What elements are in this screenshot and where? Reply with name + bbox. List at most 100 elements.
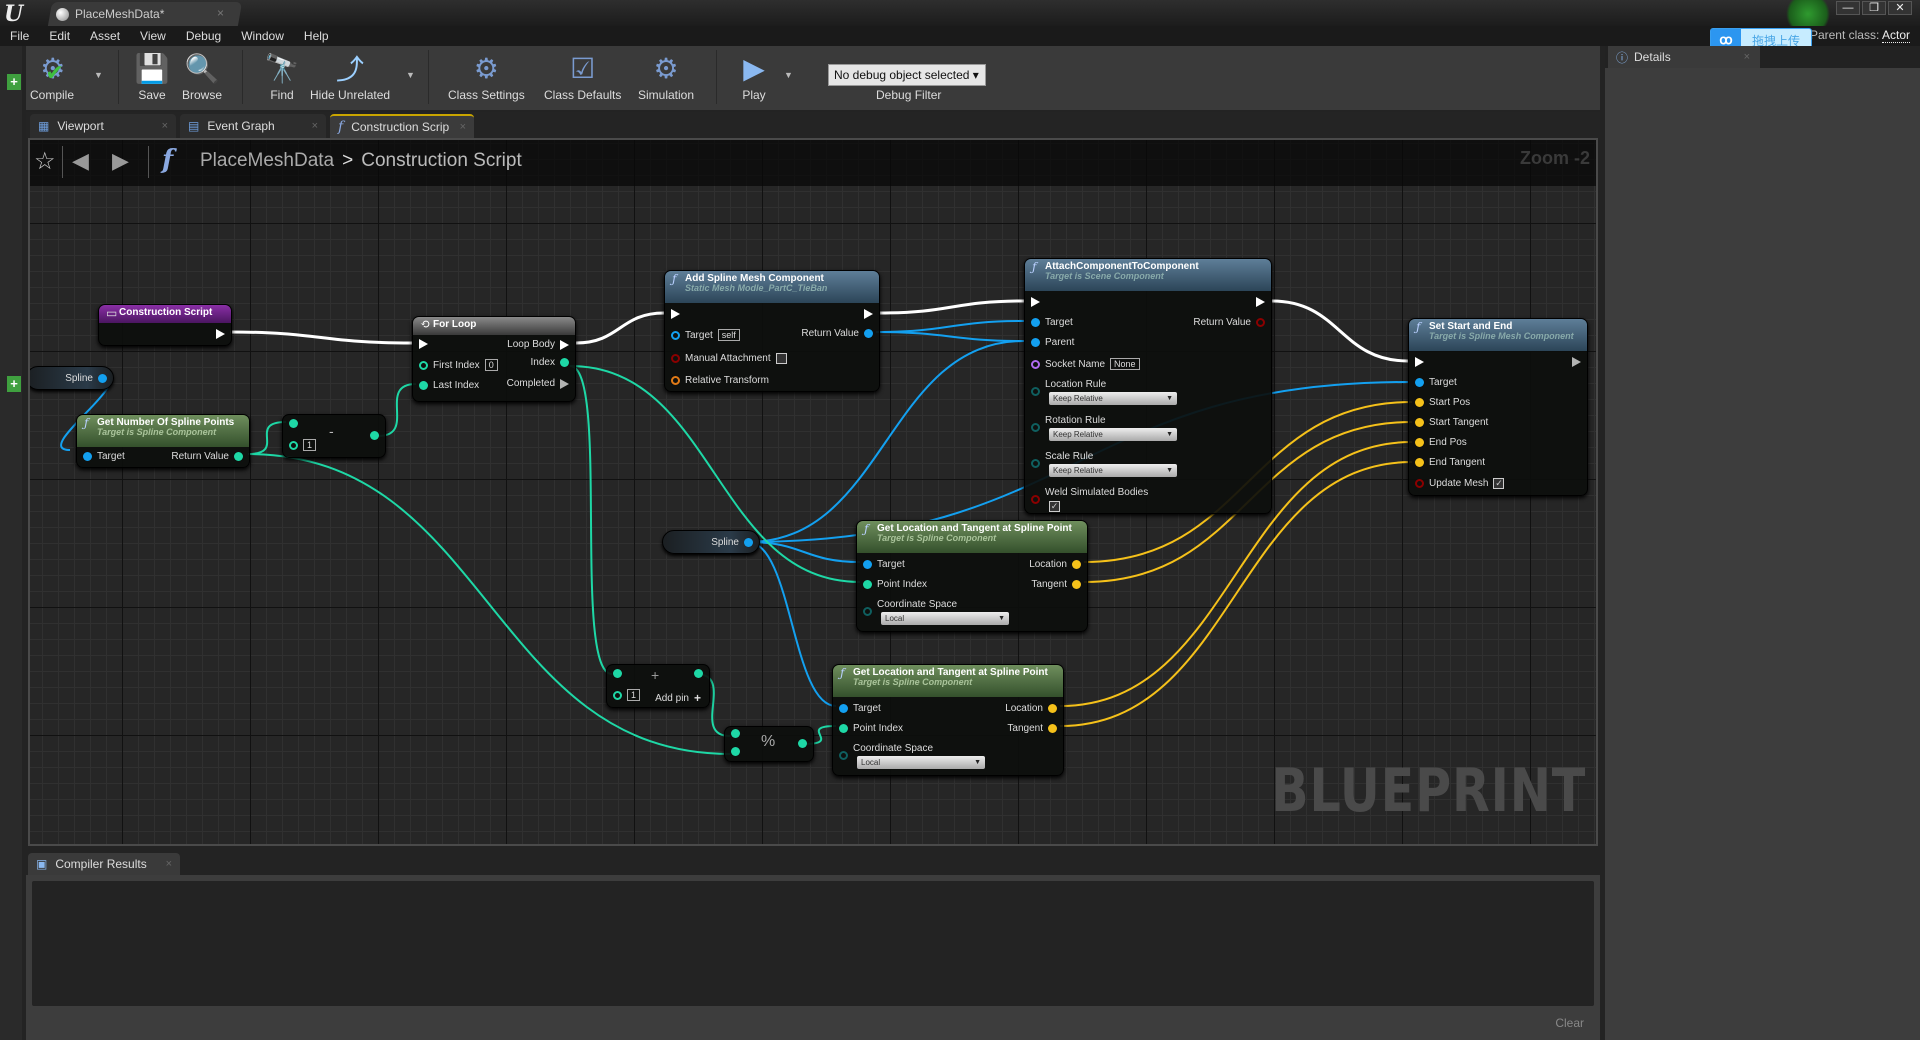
blueprint-graph-canvas[interactable]: ☆ ◀ ▶ f PlaceMeshData > Construction Scr…	[28, 138, 1598, 846]
star-favorite-icon[interactable]: ☆	[34, 147, 56, 176]
result-pin[interactable]	[370, 431, 379, 440]
find-button[interactable]: 🔭 Find	[262, 48, 302, 103]
compile-options-dropdown-icon[interactable]: ▼	[94, 70, 103, 80]
loop-body-pin[interactable]: Loop Body	[507, 339, 569, 350]
target-pin[interactable]: Target	[839, 703, 881, 714]
tab-close-icon[interactable]: ×	[166, 858, 172, 870]
rotation-rule-dropdown[interactable]: Keep Relative	[1049, 428, 1177, 441]
node-construction-script[interactable]: ▭ Construction Script	[98, 304, 232, 346]
return-value-pin[interactable]: Return Value	[1193, 317, 1265, 328]
end-tangent-pin[interactable]: End Tangent	[1415, 457, 1485, 468]
coordinate-space-dropdown[interactable]: Local	[881, 612, 1009, 625]
location-pin[interactable]: Location	[1029, 559, 1081, 570]
menu-asset[interactable]: Asset	[90, 29, 120, 43]
return-value-pin[interactable]: Return Value	[801, 328, 873, 339]
node-modulo[interactable]: %	[724, 726, 814, 762]
coordinate-space-pin[interactable]	[863, 607, 872, 616]
manual-attachment-checkbox[interactable]	[775, 353, 787, 364]
menu-edit[interactable]: Edit	[49, 29, 70, 43]
add-pin-button[interactable]: Add pin +	[655, 691, 701, 705]
restore-button[interactable]: ❐	[1862, 1, 1886, 15]
scale-rule-pin[interactable]	[1031, 459, 1040, 468]
play-options-dropdown-icon[interactable]: ▼	[784, 70, 793, 80]
hide-unrelated-dropdown-icon[interactable]: ▼	[406, 70, 415, 80]
result-pin[interactable]	[798, 739, 807, 748]
back-arrow-icon[interactable]: ◀	[72, 148, 89, 174]
tangent-pin[interactable]: Tangent	[1007, 723, 1057, 734]
node-add[interactable]: 1 + Add pin +	[606, 664, 710, 708]
node-set-start-and-end[interactable]: ƒ Set Start and End Target is Spline Mesh…	[1408, 318, 1588, 496]
tab-compiler-results[interactable]: ▣ Compiler Results ×	[28, 853, 180, 875]
exec-in-pin[interactable]	[1031, 297, 1040, 307]
menu-help[interactable]: Help	[304, 29, 329, 43]
first-index-pin[interactable]: First Index 0	[419, 359, 498, 371]
play-button[interactable]: ▶ Play	[734, 48, 774, 103]
location-rule-dropdown[interactable]: Keep Relative	[1049, 392, 1177, 405]
a-pin[interactable]	[613, 669, 622, 678]
node-attach-component-to-component[interactable]: ƒ AttachComponentToComponent Target is Sc…	[1024, 258, 1272, 514]
start-pos-pin[interactable]: Start Pos	[1415, 397, 1470, 408]
node-get-number-of-spline-points[interactable]: ƒ Get Number Of Spline Points Target is S…	[76, 414, 250, 468]
simulation-button[interactable]: ⚙ Simulation	[638, 48, 694, 103]
parent-pin[interactable]: Parent	[1031, 337, 1074, 348]
rotation-rule-pin[interactable]	[1031, 423, 1040, 432]
tab-details[interactable]: ⓘ Details ×	[1608, 46, 1760, 68]
close-button[interactable]: ✕	[1888, 1, 1912, 15]
wire-int-5[interactable]	[247, 421, 287, 455]
b-value[interactable]: 1	[303, 439, 317, 451]
target-pin[interactable]: Target	[1415, 377, 1457, 388]
coordinate-space-pin[interactable]	[839, 751, 848, 760]
wire-object-12[interactable]	[747, 541, 837, 707]
wire-int-14[interactable]	[569, 365, 613, 675]
location-rule-pin[interactable]	[1031, 387, 1040, 396]
node-add-spline-mesh-component[interactable]: ƒ Add Spline Mesh Component Static Mesh M…	[664, 270, 880, 392]
coordinate-space-dropdown[interactable]: Local	[857, 756, 985, 769]
wire-int-15[interactable]	[247, 453, 731, 755]
add-variable-icon[interactable]: +	[7, 376, 21, 392]
first-index-value[interactable]: 0	[484, 359, 498, 371]
completed-pin[interactable]: Completed	[507, 378, 569, 389]
node-get-location-and-tangent-2[interactable]: ƒ Get Location and Tangent at Spline Poin…	[832, 664, 1064, 776]
last-index-pin[interactable]: Last Index	[419, 380, 479, 391]
menu-view[interactable]: View	[140, 29, 166, 43]
a-pin[interactable]	[289, 419, 298, 428]
compile-button[interactable]: ⚙ ✔ Compile	[30, 48, 74, 103]
hide-unrelated-button[interactable]: ⤴ Hide Unrelated	[310, 48, 390, 102]
socket-name-value[interactable]: None	[1110, 358, 1140, 370]
class-settings-button[interactable]: ⚙ Class Settings	[448, 48, 525, 103]
wire-exec-2[interactable]	[879, 299, 1025, 315]
manual-attachment-pin[interactable]: Manual Attachment	[671, 353, 787, 364]
clear-button[interactable]: Clear	[1555, 1016, 1584, 1030]
parent-class-link[interactable]: Actor	[1881, 28, 1910, 43]
exec-out-pin[interactable]	[1572, 357, 1581, 367]
document-tab-close-icon[interactable]: ×	[217, 6, 224, 20]
scale-rule-dropdown[interactable]: Keep Relative	[1049, 464, 1177, 477]
node-get-location-and-tangent-1[interactable]: ƒ Get Location and Tangent at Spline Poin…	[856, 520, 1088, 632]
save-button[interactable]: 💾 Save	[132, 48, 172, 103]
browse-button[interactable]: 🔍 Browse	[182, 48, 222, 103]
point-index-pin[interactable]: Point Index	[863, 579, 927, 590]
tab-event-graph[interactable]: ▤ Event Graph ×	[180, 114, 326, 138]
menu-file[interactable]: File	[10, 29, 29, 43]
debug-object-select[interactable]: No debug object selected ▾	[828, 64, 986, 86]
node-spline-variable[interactable]: Spline	[662, 530, 760, 554]
tangent-pin[interactable]: Tangent	[1031, 579, 1081, 590]
spline-out-pin[interactable]: Spline	[65, 373, 107, 384]
spline-out-pin[interactable]: Spline	[711, 537, 753, 548]
node-spline-variable[interactable]: Spline	[30, 366, 114, 390]
tab-close-icon[interactable]: ×	[1744, 51, 1750, 63]
start-tangent-pin[interactable]: Start Tangent	[1415, 417, 1488, 428]
target-pin[interactable]: Target	[1031, 317, 1073, 328]
return-value-pin[interactable]: Return Value	[171, 451, 243, 462]
tab-close-icon[interactable]: ×	[460, 121, 466, 133]
exec-in-pin[interactable]	[1415, 357, 1424, 367]
b-pin[interactable]: 1	[289, 439, 317, 451]
update-mesh-pin[interactable]: Update Mesh ✓	[1415, 478, 1505, 489]
weld-pin[interactable]	[1031, 495, 1040, 504]
target-pin[interactable]: Target	[863, 559, 905, 570]
b-value[interactable]: 1	[627, 689, 641, 701]
wire-exec-1[interactable]	[575, 311, 665, 345]
breadcrumb-root[interactable]: PlaceMeshData	[200, 150, 334, 172]
wire-object-8[interactable]	[875, 331, 1025, 342]
wire-object-7[interactable]	[875, 320, 1025, 333]
